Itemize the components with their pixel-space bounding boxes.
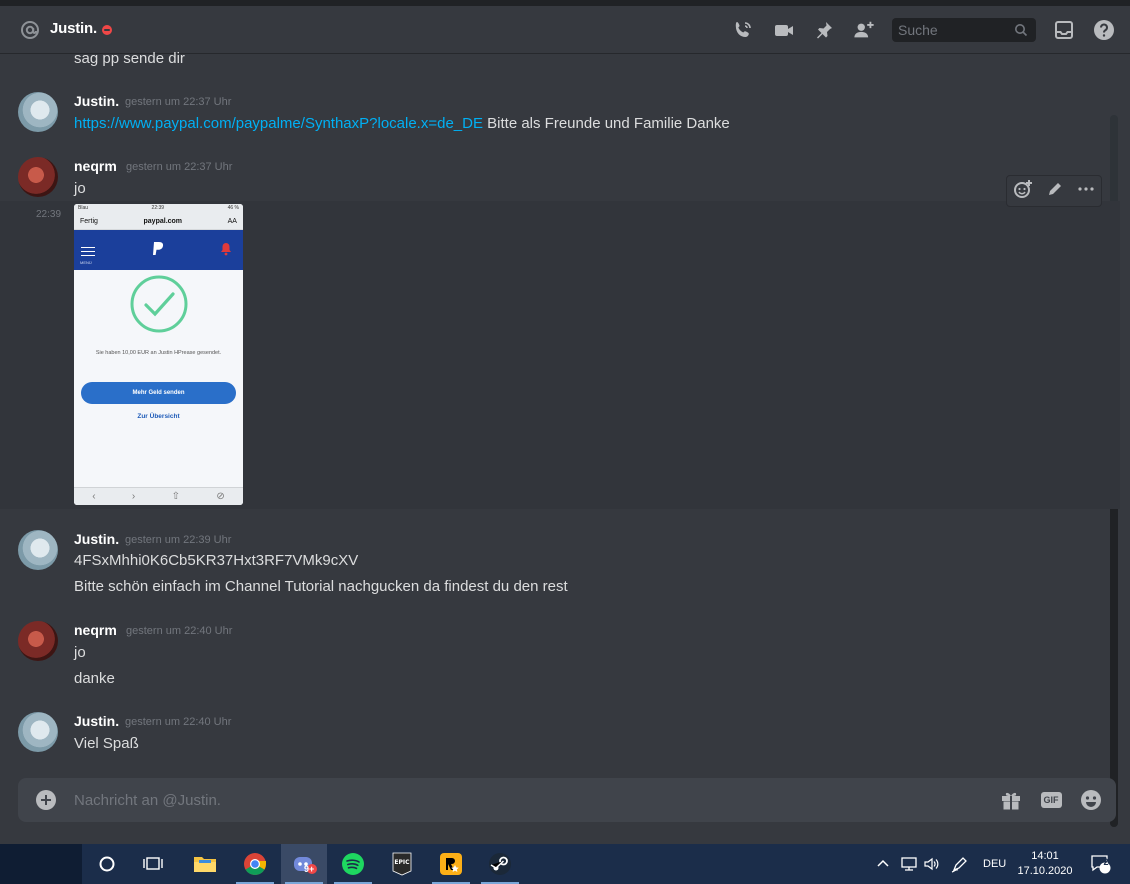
clock-time: 14:01	[1031, 850, 1059, 862]
discord-badge: 9+	[304, 864, 315, 874]
browser-nav-bar: ‹ › ⇧ ⊘	[74, 487, 243, 505]
task-view-icon[interactable]	[130, 844, 176, 884]
avatar[interactable]	[18, 157, 58, 197]
menu-label: MENÜ	[80, 260, 92, 265]
message-input[interactable]	[74, 789, 954, 811]
carrier-label: Blau	[78, 205, 89, 211]
language-indicator[interactable]: DEU	[983, 844, 1006, 884]
search-placeholder: Suche	[898, 22, 938, 38]
share-icon: ⇧	[171, 491, 181, 502]
gif-icon[interactable]: GIF	[1040, 789, 1062, 811]
notification-bell-icon	[221, 243, 231, 256]
start-area[interactable]	[0, 844, 82, 884]
message-side-timestamp: 22:39	[36, 209, 62, 220]
add-friend-icon[interactable]	[853, 19, 875, 41]
browser-url-bar: Fertig paypal.com AA	[74, 214, 243, 230]
network-icon[interactable]	[900, 844, 918, 884]
phone-status-bar: Blau 22:39 46 %	[74, 204, 243, 214]
tray-overflow-icon[interactable]	[876, 844, 890, 884]
message-text: jo	[74, 180, 86, 197]
cortana-icon[interactable]	[84, 844, 130, 884]
volume-icon[interactable]	[923, 844, 941, 884]
gift-icon[interactable]	[1000, 789, 1022, 811]
search-box[interactable]: Suche	[892, 18, 1036, 42]
success-check-icon	[130, 275, 188, 333]
more-options-icon[interactable]	[1077, 180, 1095, 203]
upload-plus-icon[interactable]	[36, 790, 56, 810]
spotify-icon[interactable]	[330, 844, 376, 884]
battery-label: 46 %	[227, 205, 239, 211]
phone-time: 22:39	[151, 205, 165, 211]
pin-icon[interactable]	[813, 19, 835, 41]
done-label: Fertig	[80, 218, 98, 225]
url-label: paypal.com	[143, 218, 183, 225]
back-icon: ‹	[92, 491, 96, 502]
message-content: https://www.paypal.com/paypalme/SynthaxP…	[74, 115, 730, 132]
discord-taskbar-icon[interactable]: 9+	[281, 844, 327, 884]
dnd-status-icon	[102, 25, 112, 35]
compass-icon: ⊘	[216, 491, 225, 502]
payment-sent-text: Sie haben 10,00 EUR an Justin HPrease ge…	[95, 350, 222, 356]
scrollbar-thumb[interactable]	[1110, 493, 1118, 827]
video-call-icon[interactable]	[773, 19, 795, 41]
epic-games-icon[interactable]: EPIC	[379, 844, 425, 884]
text-size-label: AA	[227, 218, 237, 225]
send-more-button: Mehr Geld senden	[81, 382, 236, 404]
message-composer: GIF	[18, 778, 1116, 822]
windows-taskbar: 9+ EPIC DEU 14:01 17.10.2020 2	[0, 844, 1130, 884]
rockstar-launcher-icon[interactable]	[428, 844, 474, 884]
avatar[interactable]	[18, 92, 58, 132]
chrome-icon[interactable]	[232, 844, 278, 884]
inbox-icon[interactable]	[1053, 19, 1075, 41]
overview-link: Zur Übersicht	[137, 413, 180, 420]
file-explorer-icon[interactable]	[182, 844, 228, 884]
dm-username: Justin.	[50, 20, 97, 37]
clock[interactable]: 14:01 17.10.2020	[1010, 849, 1080, 879]
pen-icon[interactable]	[951, 844, 969, 884]
edit-icon[interactable]	[1046, 180, 1064, 203]
message-timestamp: gestern um 22:37 Uhr	[125, 96, 232, 108]
paypal-link[interactable]: https://www.paypal.com/paypalme/SynthaxP…	[74, 115, 483, 132]
steam-icon[interactable]	[477, 844, 523, 884]
image-attachment[interactable]: Blau 22:39 46 % Fertig paypal.com AA MEN…	[74, 204, 243, 505]
message-author[interactable]: neqrm	[74, 158, 117, 174]
add-reaction-icon[interactable]	[1013, 179, 1033, 204]
paypal-logo-icon	[153, 242, 164, 255]
voice-call-icon[interactable]	[732, 19, 754, 41]
emoji-icon[interactable]	[1080, 789, 1102, 811]
help-icon[interactable]	[1093, 19, 1115, 41]
channel-header: Justin. Suche	[0, 6, 1130, 54]
message-actions-toolbar	[1006, 175, 1102, 207]
epic-label: EPIC	[394, 859, 410, 866]
paypal-banner: MENÜ	[74, 230, 243, 270]
action-center-icon[interactable]: 2	[1090, 844, 1112, 884]
forward-icon: ›	[131, 491, 136, 502]
message-text: Bitte als Freunde und Familie Danke	[482, 115, 730, 132]
menu-icon	[81, 247, 95, 259]
notification-count: 2	[1103, 857, 1109, 867]
message-author[interactable]: Justin.	[74, 93, 119, 109]
search-icon	[1015, 24, 1028, 37]
clock-date: 17.10.2020	[1017, 865, 1073, 877]
at-icon	[21, 21, 39, 39]
message-timestamp: gestern um 22:37 Uhr	[126, 161, 233, 173]
message-text: sag pp sende dir	[74, 50, 185, 67]
